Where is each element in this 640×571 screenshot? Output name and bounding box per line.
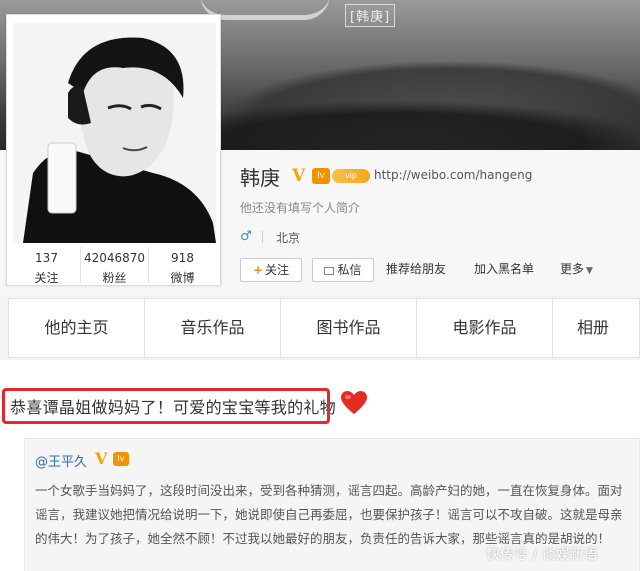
avatar-photo [13,23,216,243]
avatar[interactable] [13,23,216,243]
level-icon: lv [113,452,129,466]
message-button[interactable]: 私信 [312,258,374,282]
profile-tabs: 他的主页 音乐作品 图书作品 电影作品 相册 [8,298,640,358]
repost-author-link[interactable]: @王平久 [35,451,87,470]
stat-value: 137 [35,251,58,265]
tab-movies[interactable]: 电影作品 [417,299,553,357]
chevron-down-icon: ▼ [586,266,593,276]
repost-text: 一个女歌手当妈妈了，这段时间没出来，受到各种猜测，谣言四起。高龄产妇的她，一直在… [35,483,623,546]
stat-label: 粉丝 [102,271,127,285]
plus-icon: + [252,263,264,277]
tab-home[interactable]: 他的主页 [9,299,145,357]
tab-music[interactable]: 音乐作品 [145,299,281,357]
profile-location: 北京 [276,231,301,245]
profile-url-link[interactable]: http://weibo.com/hangeng [374,168,532,182]
stat-label: 关注 [34,271,59,285]
profile-bio: 他还没有填写个人简介 [240,201,361,215]
vip-icon: vip [332,169,370,183]
mail-icon [324,267,335,275]
highlight-annotation [2,388,330,424]
follow-label: 关注 [265,263,290,277]
profile-stats: 137 关注 42046870 粉丝 918 微博 [13,247,216,285]
weibo-post: 恭喜谭晶姐做妈妈了！可爱的宝宝等我的礼物 @王平久 V lv 一个女歌手当妈妈了… [0,360,640,571]
stat-following[interactable]: 137 关注 [13,247,81,285]
male-icon: ♂ [240,229,252,244]
stat-posts[interactable]: 918 微博 [149,247,216,285]
divider [262,231,263,243]
stat-value: 918 [171,251,194,265]
more-label: 更多 [560,262,585,276]
stat-label: 微博 [170,271,195,285]
block-button[interactable]: 加入黑名单 [474,258,534,282]
tab-books[interactable]: 图书作品 [281,299,417,357]
heart-icon [341,391,367,414]
message-label: 私信 [337,263,362,277]
avatar-card: 137 关注 42046870 粉丝 918 微博 [6,14,221,286]
verified-icon: V [95,449,108,468]
level-icon: lv [312,168,330,184]
watermark: 快传号 / 谈娱新语 [486,547,598,563]
stat-value: 42046870 [83,251,146,265]
verified-icon: V [292,166,306,186]
profile-name: 韩庚 [240,166,280,190]
tab-photos[interactable]: 相册 [553,299,633,357]
stat-followers[interactable]: 42046870 粉丝 [81,247,149,285]
follow-button[interactable]: + 关注 [240,258,302,282]
banner-signature: [韩庚] [345,4,396,27]
more-button[interactable]: 更多 ▼ [560,258,593,282]
recommend-button[interactable]: 推荐给朋友 [386,258,446,282]
